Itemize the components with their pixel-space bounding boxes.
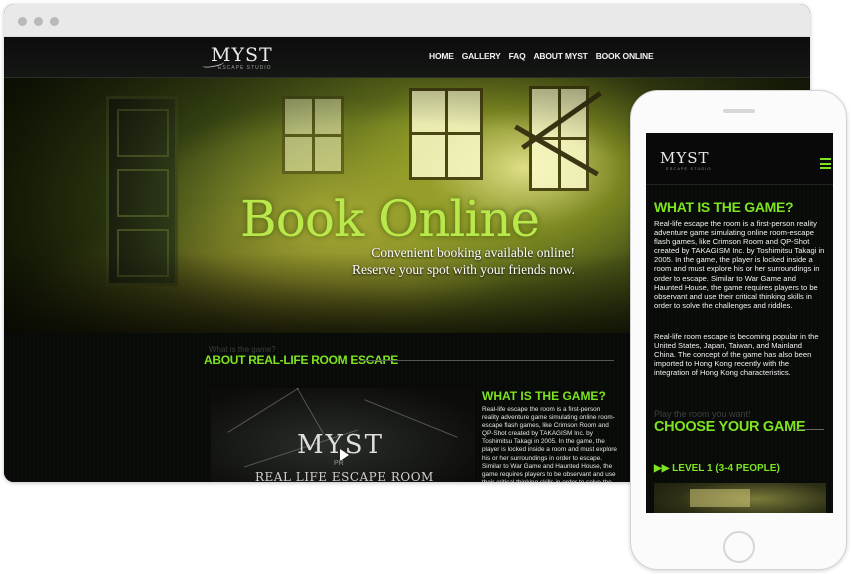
hero-title: Book Online [240, 190, 540, 248]
phone-speaker [723, 109, 755, 113]
window-minimize-dot-icon[interactable] [34, 17, 43, 26]
nav-about-myst[interactable]: ABOUT MYST [533, 51, 587, 61]
mobile-paragraph-1: Real-life escape the room is a first-per… [654, 219, 825, 310]
nav-book-online[interactable]: BOOK ONLINE [596, 51, 654, 61]
site-logo-subtext: ESCAPE STUDIO [218, 65, 272, 71]
about-divider [360, 360, 614, 361]
nav-home[interactable]: HOME [429, 51, 454, 61]
window-maximize-dot-icon[interactable] [50, 17, 59, 26]
main-nav: HOME GALLERY FAQ ABOUT MYST BOOK ONLINE [429, 51, 654, 61]
game-description: Real-life escape the room is a first-per… [482, 406, 617, 482]
nav-gallery[interactable]: GALLERY [462, 51, 501, 61]
phone-mockup: MYST ESCAPE STUDIO WHAT IS THE GAME? Rea… [630, 90, 847, 570]
site-logo[interactable]: MYST [211, 44, 273, 66]
mobile-paragraph-2: Real-life room escape is becoming popula… [654, 332, 819, 378]
choose-game-heading: CHOOSE YOUR GAME [654, 419, 806, 435]
video-subtitle: REAL LIFE ESCAPE ROOM [255, 470, 434, 482]
mobile-logo-subtext: ESCAPE STUDIO [666, 166, 712, 171]
mobile-logo[interactable]: MYST [660, 149, 710, 167]
hero-subtitle-line1: Convenient booking available online! [371, 245, 575, 260]
level-1-label: LEVEL 1 (3-4 PEOPLE) [672, 463, 780, 474]
mobile-ghost-text: Play the room you want! [654, 409, 751, 419]
nav-faq[interactable]: FAQ [509, 51, 526, 61]
phone-home-button[interactable] [723, 531, 755, 563]
site-navbar: MYST ESCAPE STUDIO HOME GALLERY FAQ ABOU… [4, 37, 810, 78]
game-title: WHAT IS THE GAME? [482, 389, 606, 403]
hero-subtitle: Convenient booking available online! Res… [352, 244, 575, 278]
level-1-link[interactable]: ▶▶ LEVEL 1 (3-4 PEOPLE) [654, 463, 780, 474]
window-close-dot-icon[interactable] [18, 17, 27, 26]
double-arrow-icon: ▶▶ [654, 463, 670, 474]
video-pr-text: PR [334, 460, 344, 467]
mobile-header: MYST ESCAPE STUDIO [646, 133, 833, 185]
hamburger-icon[interactable] [820, 158, 831, 172]
browser-title-bar [4, 4, 810, 37]
level-1-image[interactable] [654, 483, 826, 513]
hero-subtitle-line2: Reserve your spot with your friends now. [352, 262, 575, 277]
mobile-site: MYST ESCAPE STUDIO WHAT IS THE GAME? Rea… [646, 133, 833, 513]
choose-game-divider [796, 429, 824, 430]
mobile-game-title: WHAT IS THE GAME? [654, 199, 794, 215]
promo-video[interactable]: MYST PR REAL LIFE ESCAPE ROOM [211, 388, 475, 482]
